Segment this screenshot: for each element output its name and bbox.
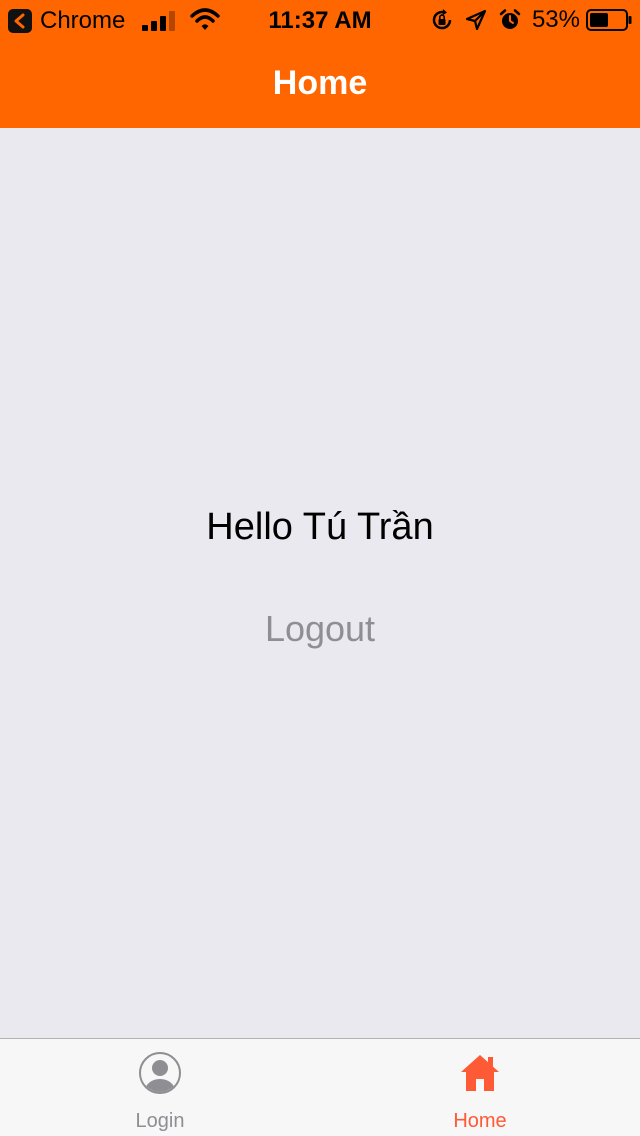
- greeting-text: Hello Tú Trần: [206, 506, 434, 548]
- location-arrow-icon: [465, 9, 487, 31]
- logout-button[interactable]: Logout: [220, 606, 420, 652]
- header: Chrome 11:37 AM 53% Home: [0, 0, 640, 128]
- status-bar: Chrome 11:37 AM 53%: [0, 0, 640, 40]
- user-icon: [139, 1052, 181, 1094]
- tab-home[interactable]: Home: [320, 1039, 640, 1136]
- tab-login-label: Login: [135, 1110, 185, 1132]
- tab-bar: Login Home: [0, 1038, 640, 1136]
- battery-icon: [586, 9, 632, 31]
- tab-login[interactable]: Login: [0, 1039, 320, 1136]
- status-right-group: 53%: [430, 6, 632, 34]
- battery-percent: 53%: [531, 6, 580, 33]
- rotation-lock-icon: [432, 9, 452, 30]
- tab-home-label: Home: [453, 1110, 507, 1132]
- alarm-icon: [499, 9, 521, 29]
- nav-title: Home: [272, 64, 368, 102]
- home-icon: [461, 1055, 499, 1091]
